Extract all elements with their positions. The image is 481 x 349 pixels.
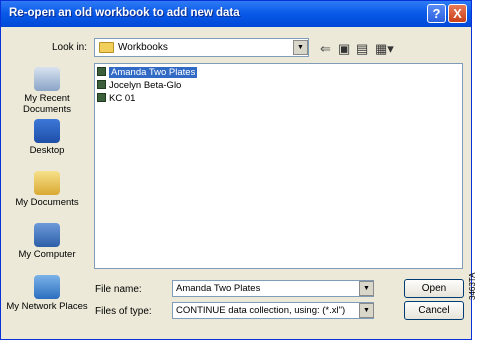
places-bar: My Recent Documents Desktop My Documents… — [5, 63, 89, 333]
my-computer-icon — [34, 223, 60, 247]
file-name-label: File name: — [95, 284, 142, 295]
workbook-file-icon — [97, 67, 106, 76]
file-name-text: Jocelyn Beta-Glo — [109, 80, 182, 91]
place-label: My Documents — [15, 197, 79, 208]
folder-icon — [99, 42, 114, 53]
place-my-computer[interactable]: My Computer — [5, 223, 89, 260]
look-in-dropdown[interactable]: Workbooks ▼ — [94, 38, 309, 57]
place-label: My Computer — [18, 249, 76, 260]
place-desktop[interactable]: Desktop — [5, 119, 89, 156]
desktop-icon — [34, 119, 60, 143]
dialog-title: Re-open an old workbook to add new data — [9, 7, 240, 19]
look-in-label: Look in: — [52, 42, 88, 53]
file-name-field[interactable]: Amanda Two Plates — [172, 280, 374, 297]
list-item[interactable]: Jocelyn Beta-Glo — [97, 80, 181, 92]
recent-documents-icon — [34, 67, 60, 91]
chevron-down-icon[interactable]: ▼ — [359, 281, 374, 296]
new-folder-icon[interactable]: ▤ — [356, 41, 368, 57]
up-folder-icon[interactable]: ▣ — [338, 41, 350, 57]
views-menu-icon[interactable]: ▦▾ — [375, 41, 394, 57]
title-bar[interactable]: Re-open an old workbook to add new data … — [1, 1, 471, 27]
place-my-documents[interactable]: My Documents — [5, 171, 89, 208]
look-in-value: Workbooks — [118, 42, 168, 53]
network-places-icon — [34, 275, 60, 299]
file-type-label: Files of type: — [95, 306, 152, 317]
place-my-recent-documents[interactable]: My Recent Documents — [5, 67, 89, 115]
close-button[interactable]: X — [448, 4, 467, 23]
place-my-network-places[interactable]: My Network Places — [5, 275, 89, 312]
place-label: Desktop — [29, 145, 65, 156]
file-name-text: KC 01 — [109, 93, 136, 104]
file-name-text: Amanda Two Plates — [109, 67, 198, 78]
back-arrow-icon[interactable]: ⇐ — [320, 41, 331, 57]
workbook-file-icon — [97, 93, 106, 102]
help-button[interactable]: ? — [427, 4, 446, 23]
place-label: My Network Places — [6, 301, 88, 312]
workbook-file-icon — [97, 80, 106, 89]
chevron-down-icon[interactable]: ▼ — [293, 40, 308, 55]
figure-code: 3463TA — [468, 272, 477, 300]
list-item[interactable]: Amanda Two Plates — [97, 67, 198, 79]
open-dialog: Re-open an old workbook to add new data … — [0, 0, 472, 340]
list-item[interactable]: KC 01 — [97, 93, 135, 105]
cancel-button[interactable]: Cancel — [404, 301, 464, 320]
place-label: My Recent Documents — [22, 93, 72, 115]
file-name-value: Amanda Two Plates — [176, 283, 261, 294]
file-type-select[interactable]: CONTINUE data collection, using: (*.xl") — [172, 302, 374, 319]
file-list[interactable]: Amanda Two Plates Jocelyn Beta-Glo KC 01 — [94, 63, 463, 269]
my-documents-icon — [34, 171, 60, 195]
chevron-down-icon[interactable]: ▼ — [359, 303, 374, 318]
file-type-value: CONTINUE data collection, using: (*.xl") — [176, 305, 346, 316]
open-button[interactable]: Open — [404, 279, 464, 298]
